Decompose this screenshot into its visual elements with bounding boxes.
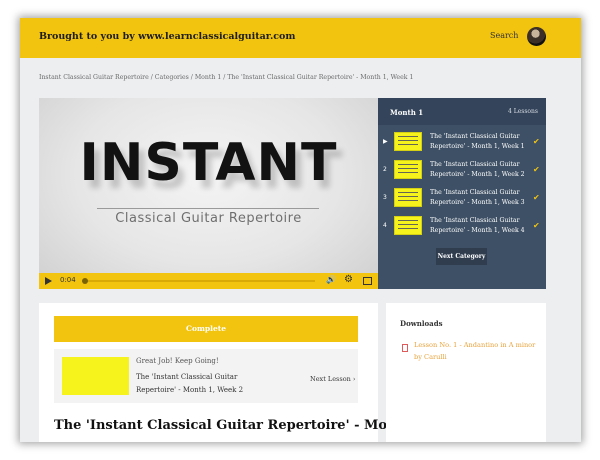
lesson-panel-title: Month 1 (390, 108, 424, 117)
lesson-title: The 'Instant Classical Guitar Repertoire… (430, 133, 525, 150)
lesson-number: 3 (383, 194, 387, 201)
lesson-item[interactable]: ▶ The 'Instant Classical Guitar Repertoi… (378, 128, 546, 158)
next-lesson-thumbnail (62, 357, 129, 395)
check-icon: ✔ (533, 193, 540, 202)
downloads-title: Downloads (400, 319, 443, 328)
lesson-item[interactable]: 4 The 'Instant Classical Guitar Repertoi… (378, 212, 546, 242)
downloads-card: Downloads Lesson No. 1 - Andantino in A … (386, 303, 546, 442)
seek-bar[interactable] (82, 278, 315, 284)
lesson-thumbnail (394, 188, 422, 207)
lesson-count: 4 Lessons (508, 108, 538, 115)
volume-icon[interactable]: 🔊 (326, 275, 336, 284)
breadcrumb[interactable]: Instant Classical Guitar Repertoire / Ca… (39, 74, 413, 81)
lesson-number: ▶ (383, 138, 388, 145)
lesson-panel-header: Month 1 4 Lessons (378, 98, 546, 125)
check-icon: ✔ (533, 165, 540, 174)
video-title-text: INSTANT (79, 133, 338, 193)
lesson-number: 4 (383, 222, 387, 229)
video-time: 0:04 (60, 276, 76, 284)
lesson-panel: Month 1 4 Lessons ▶ The 'Instant Classic… (378, 98, 546, 289)
lesson-title: The 'Instant Classical Guitar Repertoire… (430, 161, 525, 178)
lesson-thumbnail (394, 160, 422, 179)
avatar[interactable] (527, 27, 546, 46)
site-header: Brought to you by www.learnclassicalguit… (20, 18, 581, 58)
video-subtitle-text: Classical Guitar Repertoire (115, 211, 302, 226)
lesson-content-card: Complete Great Job! Keep Going! The 'Ins… (39, 303, 412, 442)
check-icon: ✔ (533, 221, 540, 230)
next-category-button[interactable]: Next Category (436, 248, 487, 265)
search-link[interactable]: Search (490, 31, 518, 40)
check-icon: ✔ (533, 137, 540, 146)
gear-icon[interactable]: ⚙ (344, 274, 353, 285)
lesson-number: 2 (383, 166, 387, 173)
lesson-title: The 'Instant Classical Guitar Repertoire… (430, 217, 525, 234)
lesson-thumbnail (394, 216, 422, 235)
fullscreen-icon[interactable] (363, 277, 372, 285)
lesson-title: The 'Instant Classical Guitar Repertoire… (430, 189, 525, 206)
brand-link[interactable]: Brought to you by www.learnclassicalguit… (39, 31, 295, 42)
next-lesson-label: Next Lesson (310, 375, 351, 383)
lesson-thumbnail (394, 132, 422, 151)
download-link[interactable]: Lesson No. 1 - Andantino in A minor by C… (414, 339, 540, 363)
seek-knob[interactable] (82, 278, 88, 284)
lesson-item[interactable]: 2 The 'Instant Classical Guitar Repertoi… (378, 156, 546, 186)
video-player[interactable]: INSTANT Classical Guitar Repertoire 0:04… (39, 98, 378, 289)
next-lesson-title: The 'Instant Classical Guitar Repertoire… (136, 373, 244, 394)
page-title: The 'Instant Classical Guitar Repertoire… (54, 418, 412, 433)
video-controls: 0:04 🔊 ⚙ (39, 273, 378, 289)
great-job-text: Great Job! Keep Going! (136, 357, 219, 365)
next-lesson-link[interactable]: Next Lesson › (310, 375, 356, 383)
video-divider (97, 208, 319, 209)
chevron-right-icon: › (352, 375, 356, 383)
next-lesson-box[interactable]: Great Job! Keep Going! The 'Instant Clas… (54, 349, 358, 403)
lesson-item[interactable]: 3 The 'Instant Classical Guitar Repertoi… (378, 184, 546, 214)
play-icon[interactable] (45, 277, 52, 285)
complete-button[interactable]: Complete (54, 316, 358, 342)
app-frame: Brought to you by www.learnclassicalguit… (20, 18, 581, 442)
pdf-icon (402, 344, 408, 352)
